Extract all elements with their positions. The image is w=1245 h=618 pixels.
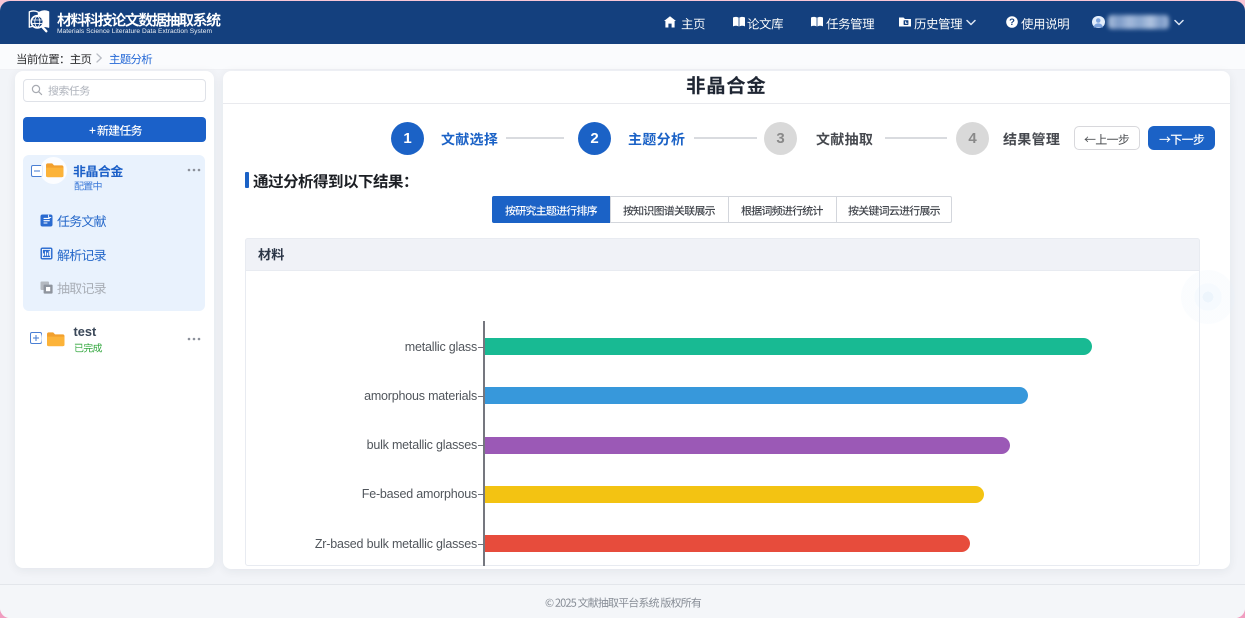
svg-text:?: ? [1009, 17, 1015, 28]
